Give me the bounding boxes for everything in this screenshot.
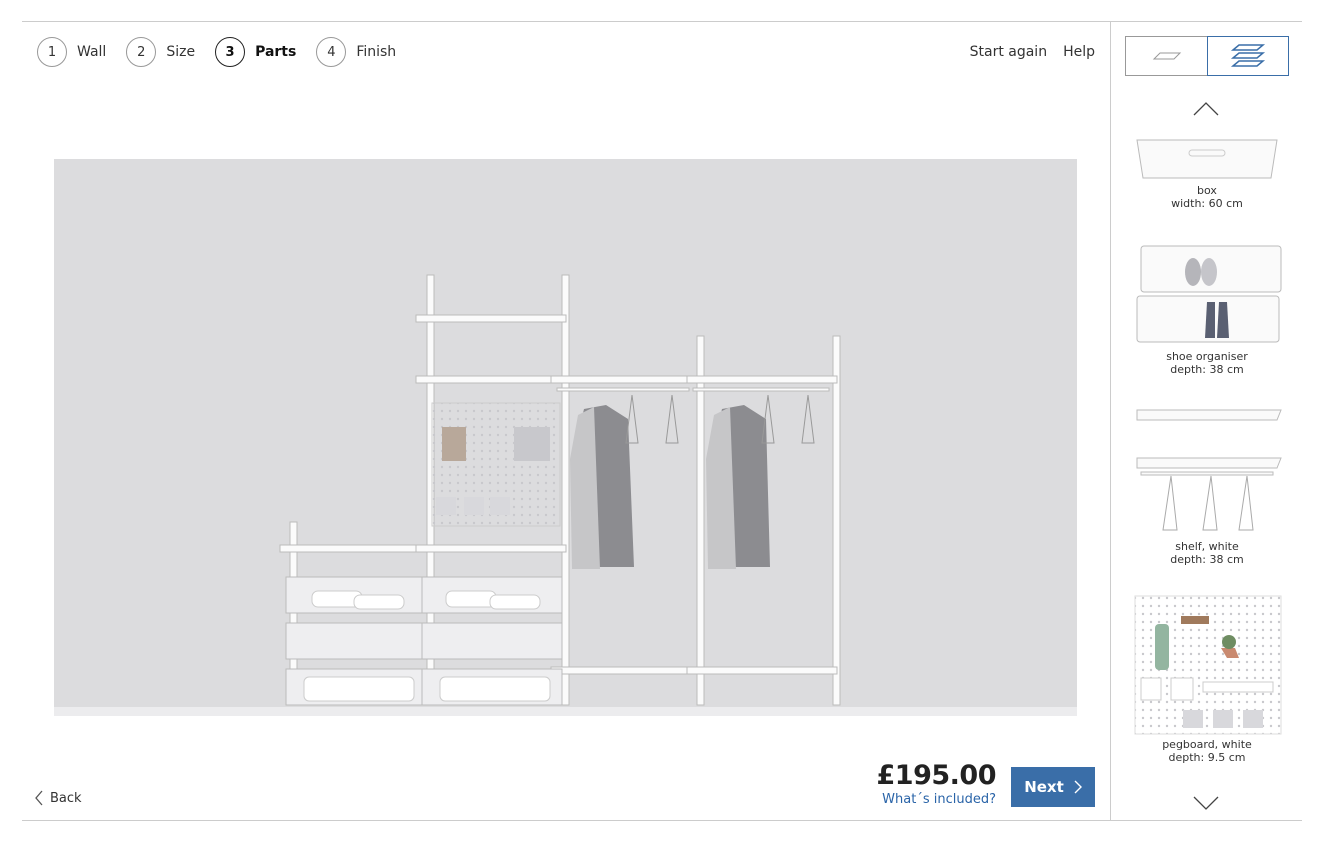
cup bbox=[490, 497, 510, 515]
top-links: Start again Help bbox=[970, 44, 1095, 60]
next-button[interactable]: Next bbox=[1011, 767, 1095, 807]
chevron-left-icon bbox=[35, 790, 43, 806]
flat-shelf-icon bbox=[1153, 52, 1182, 60]
shelf bbox=[686, 375, 838, 384]
shelf-icon bbox=[1136, 409, 1282, 531]
cup bbox=[464, 497, 484, 515]
back-label: Back bbox=[50, 790, 82, 806]
coat bbox=[570, 405, 634, 569]
back-button[interactable]: Back bbox=[34, 790, 82, 806]
shelf bbox=[415, 544, 567, 553]
step-wall[interactable]: 1 Wall bbox=[37, 37, 106, 67]
part-shelf-rail[interactable]: shelf, white depth: 38 cm bbox=[1126, 404, 1288, 566]
step-number: 3 bbox=[215, 37, 246, 67]
wardrobe-design[interactable] bbox=[54, 159, 1077, 716]
step-parts[interactable]: 3 Parts bbox=[215, 37, 296, 67]
coat bbox=[706, 405, 770, 569]
photo bbox=[442, 427, 466, 461]
part-box[interactable]: box width: 60 cm bbox=[1126, 128, 1288, 210]
shoe-organiser-icon bbox=[1136, 245, 1282, 343]
part-detail: depth: 38 cm bbox=[1170, 363, 1244, 376]
stacked-shelves-icon bbox=[1230, 44, 1265, 67]
part-name: shoe organiser bbox=[1166, 350, 1248, 363]
clothes-rail bbox=[556, 387, 690, 392]
wall-view-toggle[interactable] bbox=[1126, 37, 1207, 75]
chevron-right-icon bbox=[1074, 780, 1082, 794]
shelf bbox=[415, 375, 567, 384]
help-link[interactable]: Help bbox=[1063, 44, 1095, 60]
total-price: £195.00 bbox=[876, 760, 997, 791]
pinboard bbox=[514, 427, 550, 461]
part-pegboard[interactable]: pegboard, white depth: 9.5 cm bbox=[1126, 594, 1288, 764]
mesh-basket bbox=[421, 622, 563, 660]
step-size[interactable]: 2 Size bbox=[126, 37, 195, 67]
step-nav: 1 Wall 2 Size 3 Parts 4 Finish bbox=[37, 37, 416, 67]
part-detail: depth: 38 cm bbox=[1170, 553, 1244, 566]
upright-rail bbox=[832, 335, 841, 706]
clothes-rail bbox=[692, 387, 830, 392]
sidebar-divider bbox=[1110, 21, 1111, 821]
step-number: 2 bbox=[126, 37, 157, 67]
scroll-down-icon[interactable] bbox=[1193, 796, 1219, 810]
next-label: Next bbox=[1024, 778, 1064, 796]
step-number: 4 bbox=[316, 37, 347, 67]
step-label: Finish bbox=[356, 44, 397, 60]
shelf bbox=[415, 314, 567, 323]
part-detail: width: 60 cm bbox=[1171, 197, 1243, 210]
cup bbox=[436, 497, 456, 515]
pegboard-icon bbox=[1134, 595, 1282, 735]
part-shoe-organiser[interactable]: shoe organiser depth: 38 cm bbox=[1126, 242, 1288, 376]
mesh-basket bbox=[285, 622, 423, 660]
part-name: box bbox=[1197, 184, 1217, 197]
shelf bbox=[279, 544, 423, 553]
step-finish[interactable]: 4 Finish bbox=[316, 37, 396, 67]
upright-rail bbox=[561, 274, 570, 706]
scroll-up-icon[interactable] bbox=[1193, 102, 1219, 116]
step-label: Size bbox=[166, 44, 196, 60]
shelf bbox=[686, 666, 838, 675]
start-again-link[interactable]: Start again bbox=[970, 44, 1047, 60]
step-label: Wall bbox=[77, 44, 107, 60]
step-number: 1 bbox=[37, 37, 67, 67]
part-name: shelf, white bbox=[1175, 540, 1239, 553]
shelf bbox=[550, 375, 694, 384]
whats-included-link[interactable]: What´s included? bbox=[882, 792, 996, 807]
box-icon bbox=[1136, 139, 1278, 179]
shelf bbox=[550, 666, 694, 675]
step-label: Parts bbox=[255, 44, 297, 60]
part-name: pegboard, white bbox=[1162, 738, 1252, 751]
part-detail: depth: 9.5 cm bbox=[1168, 751, 1246, 764]
parts-view-toggle[interactable] bbox=[1206, 36, 1289, 76]
view-toggle bbox=[1125, 36, 1289, 76]
